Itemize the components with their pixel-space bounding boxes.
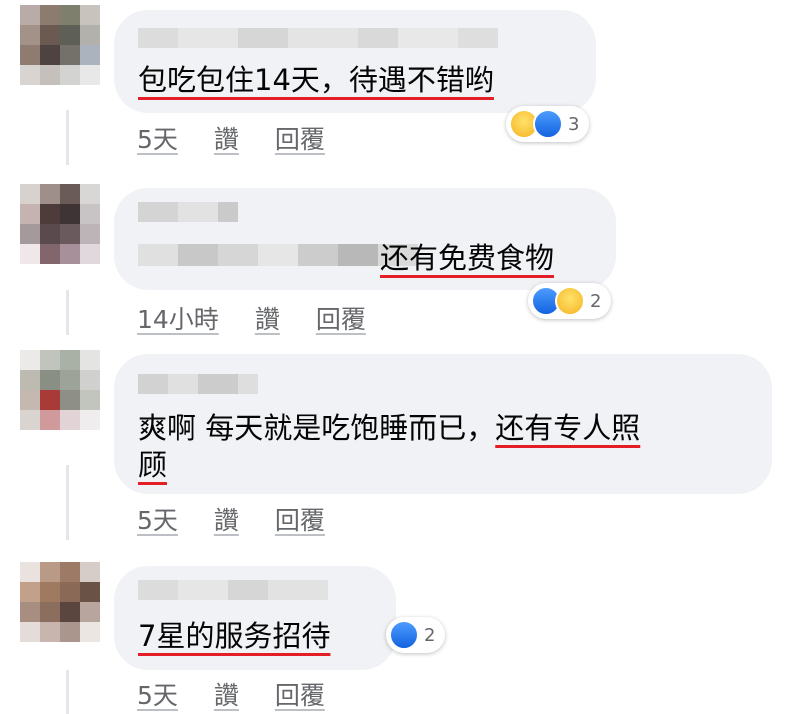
like-reaction-icon bbox=[389, 620, 419, 650]
reply-button[interactable]: 回覆 bbox=[275, 120, 325, 156]
timestamp-link[interactable]: 5天 bbox=[137, 676, 178, 712]
author-name[interactable] bbox=[138, 202, 238, 222]
avatar[interactable] bbox=[20, 562, 100, 642]
plain-text: 爽啊 每天就是吃饱睡而已， bbox=[138, 411, 496, 445]
thread-line bbox=[66, 110, 69, 165]
comment-actions: 5天 讚 回覆 bbox=[137, 676, 325, 712]
comment-actions: 5天 讚 回覆 bbox=[137, 501, 325, 537]
highlighted-text: 顾 bbox=[138, 448, 168, 482]
timestamp-link[interactable]: 14小時 bbox=[137, 300, 219, 336]
like-button[interactable]: 讚 bbox=[255, 300, 280, 336]
comment-text: 还有免费食物 bbox=[380, 240, 554, 276]
thread-line bbox=[66, 670, 69, 714]
avatar[interactable] bbox=[20, 5, 100, 85]
thread-line bbox=[66, 465, 69, 540]
highlighted-text: 还有免费食物 bbox=[380, 241, 555, 275]
author-name[interactable] bbox=[138, 28, 498, 48]
timestamp-link[interactable]: 5天 bbox=[137, 501, 178, 537]
haha-reaction-icon bbox=[555, 286, 585, 316]
author-name[interactable] bbox=[138, 374, 258, 394]
comment-text: 包吃包住14天，待遇不错哟 bbox=[138, 62, 494, 98]
highlighted-text: 还有专人照 bbox=[495, 411, 641, 445]
highlighted-text: 7星的服务招待 bbox=[138, 619, 331, 653]
comment-text: 爽啊 每天就是吃饱睡而已，还有专人照 bbox=[138, 410, 640, 446]
thread-line bbox=[66, 290, 69, 335]
reaction-count: 2 bbox=[590, 290, 602, 312]
reaction-summary[interactable]: 3 bbox=[506, 106, 590, 142]
reply-button[interactable]: 回覆 bbox=[316, 300, 366, 336]
reaction-count: 2 bbox=[424, 624, 436, 646]
comment-text-line2: 顾 bbox=[138, 447, 167, 483]
author-name[interactable] bbox=[138, 580, 328, 600]
comment-actions: 5天 讚 回覆 bbox=[137, 120, 325, 156]
reply-button[interactable]: 回覆 bbox=[275, 676, 325, 712]
like-button[interactable]: 讚 bbox=[214, 501, 239, 537]
obscured-text bbox=[138, 244, 418, 266]
reaction-summary[interactable]: 2 bbox=[386, 617, 446, 653]
reaction-summary[interactable]: 2 bbox=[528, 283, 612, 319]
reply-button[interactable]: 回覆 bbox=[275, 501, 325, 537]
highlighted-text: 包吃包住14天，待遇不错哟 bbox=[138, 63, 494, 97]
avatar[interactable] bbox=[20, 350, 100, 430]
like-button[interactable]: 讚 bbox=[214, 676, 239, 712]
comment-actions: 14小時 讚 回覆 bbox=[137, 300, 366, 336]
like-button[interactable]: 讚 bbox=[214, 120, 239, 156]
avatar[interactable] bbox=[20, 184, 100, 264]
timestamp-link[interactable]: 5天 bbox=[137, 120, 178, 156]
like-reaction-icon bbox=[533, 109, 563, 139]
comment-text: 7星的服务招待 bbox=[138, 618, 330, 654]
reaction-count: 3 bbox=[568, 113, 580, 135]
